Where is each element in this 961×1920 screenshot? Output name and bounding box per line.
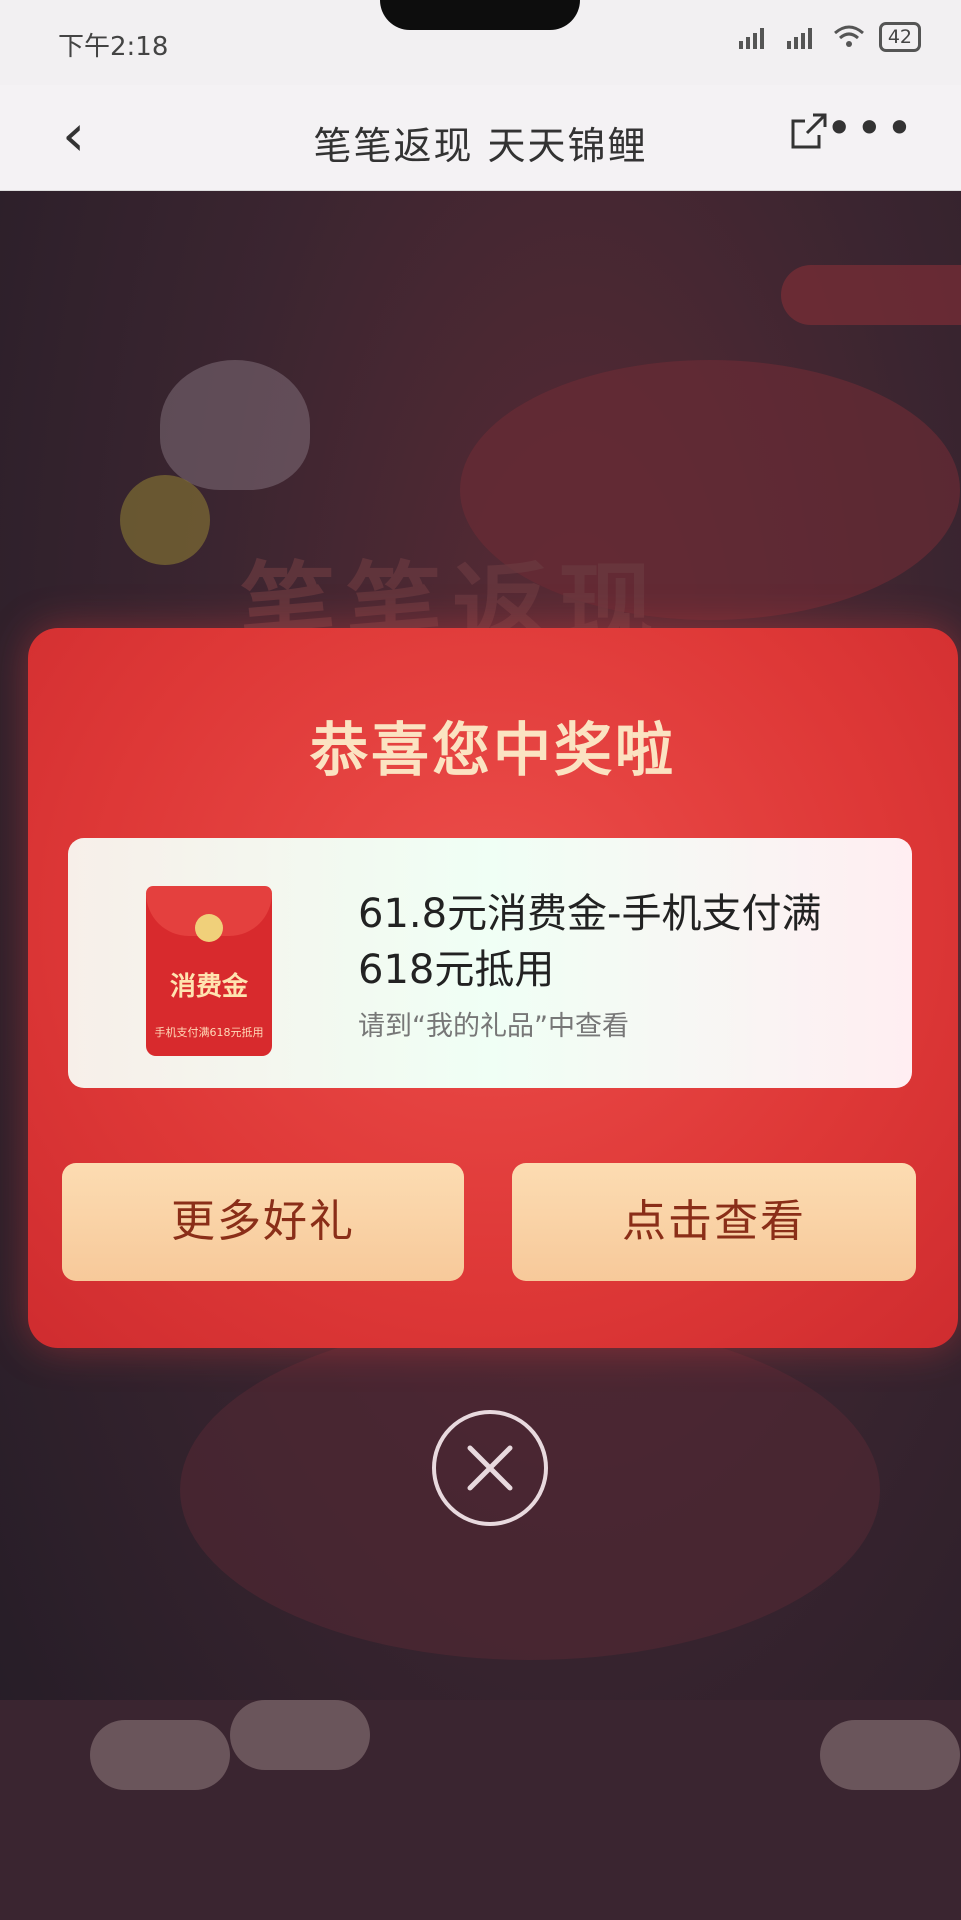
- prize-hint: 请到“我的礼品”中查看: [358, 1011, 629, 1042]
- background-tag: [781, 265, 961, 325]
- camera-notch: [380, 0, 580, 30]
- background-bunny-illustration: [160, 360, 310, 490]
- close-modal-button[interactable]: [432, 1410, 548, 1526]
- view-prize-button[interactable]: 点击查看: [512, 1163, 916, 1281]
- share-icon[interactable]: [789, 111, 829, 151]
- wifi-icon: [833, 25, 864, 47]
- more-options-icon[interactable]: •••: [826, 101, 916, 155]
- background-coin-icon: [120, 475, 210, 565]
- status-time: 下午2:18: [58, 32, 169, 62]
- prize-card: 消费金 手机支付满618元抵用 61.8元消费金-手机支付满618元抵用 请到“…: [68, 838, 912, 1088]
- phone-screen: 笔笔返现 下午2:18 42 ‹ 笔笔返现 天天锦鲤 ••• 恭喜您中奖啦 消费…: [0, 0, 961, 1920]
- cloud-decoration: [90, 1720, 230, 1790]
- signal-icon: [738, 28, 764, 49]
- more-gifts-button[interactable]: 更多好礼: [62, 1163, 464, 1281]
- red-packet-icon: 消费金 手机支付满618元抵用: [146, 886, 272, 1056]
- status-icons: 42: [737, 22, 921, 52]
- prize-modal: 恭喜您中奖啦 消费金 手机支付满618元抵用 61.8元消费金-手机支付满618…: [28, 628, 958, 1348]
- modal-title: 恭喜您中奖啦: [309, 716, 676, 784]
- prize-name: 61.8元消费金-手机支付满618元抵用: [358, 891, 822, 993]
- red-packet-seal: [195, 914, 223, 942]
- battery-icon: 42: [878, 22, 921, 52]
- close-icon: [467, 1445, 513, 1491]
- status-bar: 下午2:18 42: [0, 0, 961, 85]
- red-packet-label: 消费金: [169, 972, 248, 1002]
- signal-icon-2: [786, 28, 812, 49]
- cloud-decoration: [820, 1720, 960, 1790]
- navigation-bar: ‹ 笔笔返现 天天锦鲤 •••: [0, 85, 961, 191]
- cloud-decoration: [230, 1700, 370, 1770]
- background-bottom-banner: [0, 1700, 961, 1920]
- red-packet-subtext: 手机支付满618元抵用: [154, 1026, 264, 1039]
